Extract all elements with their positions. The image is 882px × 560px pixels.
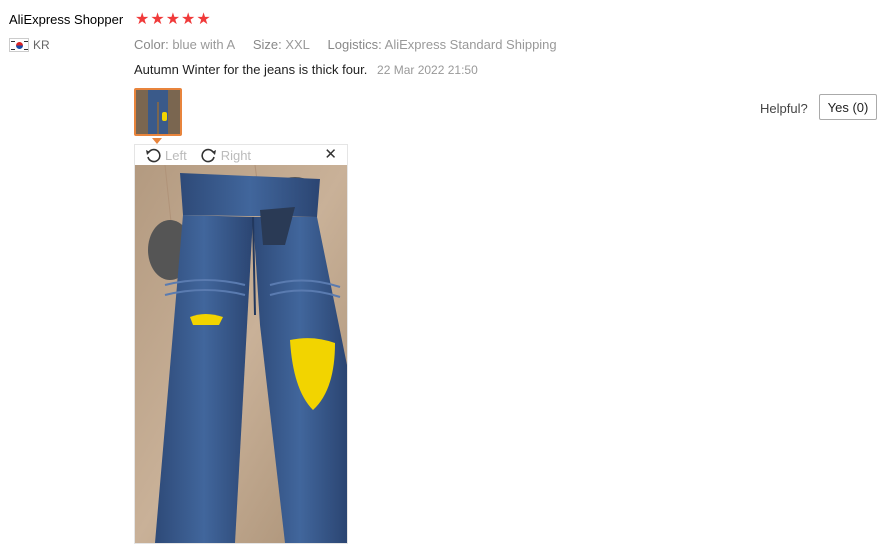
photo-viewer: Left Right ✕ xyxy=(134,144,348,544)
review-author: AliExpress Shopper xyxy=(9,12,124,27)
rotate-left-icon xyxy=(146,148,161,163)
review-content: Autumn Winter for the jeans is thick fou… xyxy=(134,62,478,77)
size-value: XXL xyxy=(285,37,310,52)
helpful-yes-button[interactable]: Yes (0) xyxy=(819,94,877,120)
logistics-label: Logistics: xyxy=(327,37,382,52)
review-text: Autumn Winter for the jeans is thick fou… xyxy=(134,62,368,77)
star-icon: ★ xyxy=(196,11,211,28)
review-attributes: Color: blue with A Size: XXL Logistics: … xyxy=(134,37,557,52)
color-value: blue with A xyxy=(172,37,236,52)
close-icon[interactable]: ✕ xyxy=(324,145,337,165)
logistics-value: AliExpress Standard Shipping xyxy=(384,37,557,52)
rotate-left-label: Left xyxy=(165,147,187,163)
star-rating: ★ ★ ★ ★ ★ xyxy=(135,10,211,30)
viewer-toolbar: Left Right ✕ xyxy=(135,145,347,165)
star-icon: ★ xyxy=(181,11,196,28)
rotate-right-button[interactable]: Right xyxy=(201,147,251,163)
size-label: Size: xyxy=(252,37,282,52)
country-code: KR xyxy=(33,38,50,52)
color-label: Color: xyxy=(134,37,169,52)
korea-flag-icon xyxy=(9,38,29,52)
rotate-right-label: Right xyxy=(220,147,252,163)
star-icon: ★ xyxy=(135,11,150,28)
star-icon: ★ xyxy=(150,11,165,28)
jeans-photo xyxy=(135,165,347,543)
rotate-left-button[interactable]: Left xyxy=(145,147,187,163)
review-photo-thumbnail[interactable] xyxy=(134,88,182,136)
helpful-label: Helpful? xyxy=(760,101,808,116)
rotate-right-icon xyxy=(201,148,216,163)
country: KR xyxy=(9,38,50,52)
jeans-thumbnail-image xyxy=(136,90,180,134)
star-icon: ★ xyxy=(165,11,181,28)
review-date: 22 Mar 2022 21:50 xyxy=(377,63,478,77)
